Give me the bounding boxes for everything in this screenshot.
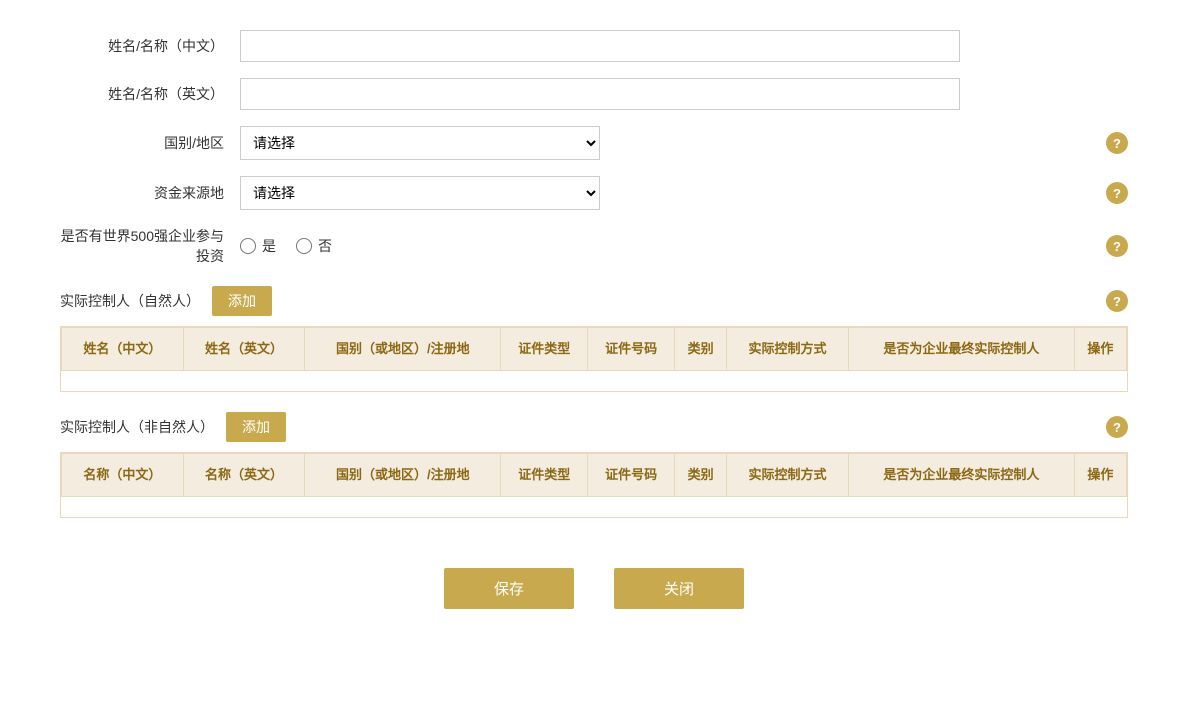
natural-col-operation: 操作 <box>1074 328 1126 371</box>
country-select[interactable]: 请选择 <box>240 126 600 160</box>
non-natural-col-category: 类别 <box>675 454 727 497</box>
natural-col-ultimate-controller: 是否为企业最终实际控制人 <box>848 328 1074 371</box>
non-natural-person-table: 名称（中文） 名称（英文） 国别（或地区）/注册地 证件类型 证件号码 类别 实… <box>61 453 1127 517</box>
natural-section-help-icon[interactable]: ? <box>1106 290 1128 312</box>
fund-source-label: 资金来源地 <box>60 183 240 203</box>
fortune500-yes-label: 是 <box>262 236 276 256</box>
fund-source-help-icon[interactable]: ? <box>1106 182 1128 204</box>
fortune500-yes-option[interactable]: 是 <box>240 236 276 256</box>
fortune500-help-icon[interactable]: ? <box>1106 235 1128 257</box>
country-help-icon[interactable]: ? <box>1106 132 1128 154</box>
country-label: 国别/地区 <box>60 133 240 153</box>
bottom-buttons: 保存 关闭 <box>60 568 1128 609</box>
fortune500-yes-radio[interactable] <box>240 238 256 254</box>
name-en-input[interactable] <box>240 78 960 110</box>
natural-table-empty-row <box>62 371 1127 392</box>
non-natural-table-header-row: 名称（中文） 名称（英文） 国别（或地区）/注册地 证件类型 证件号码 类别 实… <box>62 454 1127 497</box>
non-natural-col-country: 国别（或地区）/注册地 <box>305 454 501 497</box>
fortune500-no-option[interactable]: 否 <box>296 236 332 256</box>
fortune500-no-radio[interactable] <box>296 238 312 254</box>
non-natural-col-name-en: 名称（英文） <box>183 454 305 497</box>
fortune500-radio-group: 是 否 <box>240 236 332 256</box>
non-natural-table-empty-row <box>62 497 1127 518</box>
natural-person-table-container: 姓名（中文） 姓名（英文） 国别（或地区）/注册地 证件类型 证件号码 类别 实… <box>60 326 1128 392</box>
name-cn-label: 姓名/名称（中文） <box>60 36 240 56</box>
non-natural-section-help-icon[interactable]: ? <box>1106 416 1128 438</box>
non-natural-person-table-container: 名称（中文） 名称（英文） 国别（或地区）/注册地 证件类型 证件号码 类别 实… <box>60 452 1128 518</box>
natural-col-cert-type: 证件类型 <box>501 328 588 371</box>
non-natural-col-cert-type: 证件类型 <box>501 454 588 497</box>
fund-source-select[interactable]: 请选择 <box>240 176 600 210</box>
non-natural-col-ultimate-controller: 是否为企业最终实际控制人 <box>848 454 1074 497</box>
natural-col-name-cn: 姓名（中文） <box>62 328 184 371</box>
fortune500-no-label: 否 <box>318 236 332 256</box>
natural-col-control-method: 实际控制方式 <box>727 328 849 371</box>
natural-col-country: 国别（或地区）/注册地 <box>305 328 501 371</box>
natural-person-table: 姓名（中文） 姓名（英文） 国别（或地区）/注册地 证件类型 证件号码 类别 实… <box>61 327 1127 391</box>
natural-col-category: 类别 <box>675 328 727 371</box>
natural-table-header-row: 姓名（中文） 姓名（英文） 国别（或地区）/注册地 证件类型 证件号码 类别 实… <box>62 328 1127 371</box>
close-button[interactable]: 关闭 <box>614 568 744 609</box>
fortune500-label: 是否有世界500强企业参与投资 <box>60 226 240 266</box>
non-natural-col-name-cn: 名称（中文） <box>62 454 184 497</box>
natural-add-button[interactable]: 添加 <box>212 286 272 316</box>
non-natural-add-button[interactable]: 添加 <box>226 412 286 442</box>
non-natural-col-operation: 操作 <box>1074 454 1126 497</box>
natural-col-name-en: 姓名（英文） <box>183 328 305 371</box>
non-natural-col-control-method: 实际控制方式 <box>727 454 849 497</box>
non-natural-col-cert-no: 证件号码 <box>588 454 675 497</box>
save-button[interactable]: 保存 <box>444 568 574 609</box>
name-cn-input[interactable] <box>240 30 960 62</box>
natural-section-title: 实际控制人（自然人） <box>60 291 200 311</box>
name-en-label: 姓名/名称（英文） <box>60 84 240 104</box>
non-natural-section-title: 实际控制人（非自然人） <box>60 417 214 437</box>
natural-col-cert-no: 证件号码 <box>588 328 675 371</box>
